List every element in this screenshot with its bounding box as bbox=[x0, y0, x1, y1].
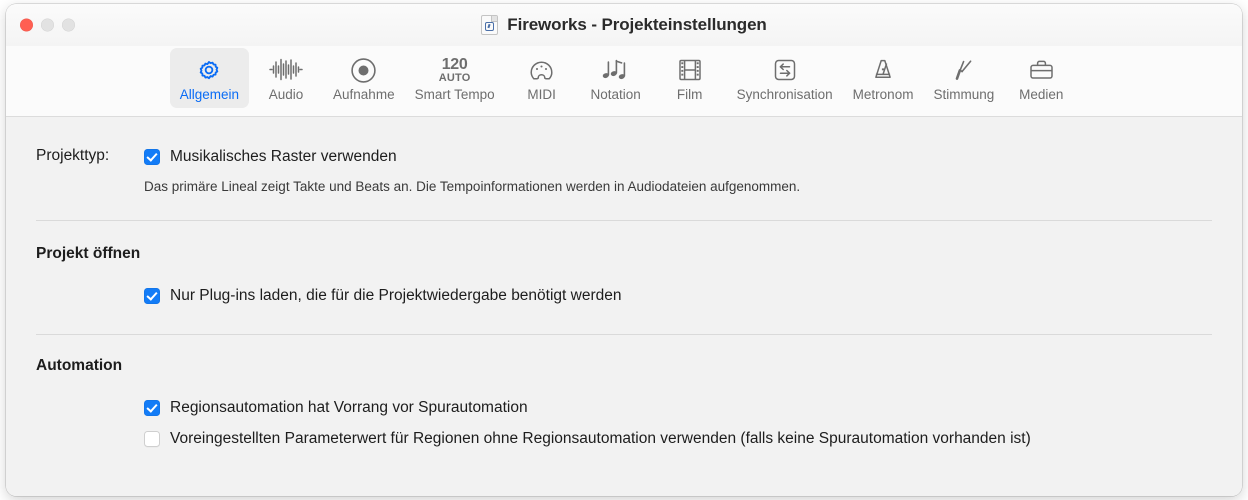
tab-label: Film bbox=[676, 87, 703, 102]
metronome-icon bbox=[870, 55, 896, 85]
preferences-content: Projekttyp: Musikalisches Raster verwend… bbox=[6, 117, 1242, 496]
tempo-icon: 120 AUTO bbox=[439, 55, 471, 85]
project-type-help-text: Das primäre Lineal zeigt Takte und Beats… bbox=[144, 179, 801, 194]
window-titlebar: Fireworks - Projekteinstellungen bbox=[6, 4, 1242, 46]
tab-allgemein[interactable]: Allgemein bbox=[169, 48, 250, 108]
briefcase-icon bbox=[1028, 55, 1055, 85]
tab-stimmung[interactable]: Stimmung bbox=[923, 48, 1004, 108]
tab-label: MIDI bbox=[527, 87, 556, 102]
project-type-label: Projekttyp: bbox=[36, 147, 110, 164]
tab-midi[interactable]: MIDI bbox=[505, 48, 579, 108]
window-title-group: Fireworks - Projekteinstellungen bbox=[6, 4, 1242, 46]
automation-row-2: Voreingestellten Parameterwert für Regio… bbox=[144, 428, 1182, 450]
tab-film[interactable]: Film bbox=[653, 48, 727, 108]
checkbox-label: Regionsautomation hat Vorrang vor Spurau… bbox=[170, 399, 528, 416]
tab-smart-tempo[interactable]: 120 AUTO Smart Tempo bbox=[405, 48, 505, 108]
window-title: Fireworks - Projekteinstellungen bbox=[507, 15, 767, 34]
open-project-row: Nur Plug-ins laden, die für die Projektw… bbox=[144, 285, 1212, 307]
checkbox-label: Musikalisches Raster verwenden bbox=[170, 148, 397, 165]
tuning-fork-icon bbox=[951, 55, 977, 85]
traffic-light-buttons bbox=[20, 18, 75, 32]
tab-label: Metronom bbox=[852, 87, 914, 102]
checkbox-regionsautomation-vorrang[interactable] bbox=[144, 400, 160, 416]
tab-label: Synchronisation bbox=[736, 87, 833, 102]
close-button[interactable] bbox=[20, 18, 33, 32]
midi-port-icon bbox=[528, 55, 555, 85]
tab-synchronisation[interactable]: Synchronisation bbox=[727, 48, 843, 108]
checkbox-label: Voreingestellten Parameterwert für Regio… bbox=[170, 430, 1031, 447]
maximize-button[interactable] bbox=[62, 18, 75, 32]
tab-metronom[interactable]: Metronom bbox=[843, 48, 924, 108]
tab-notation[interactable]: Notation bbox=[579, 48, 653, 108]
music-notes-icon bbox=[600, 55, 632, 85]
section-divider-2 bbox=[36, 334, 1212, 335]
record-icon bbox=[350, 55, 377, 85]
automation-row-1: Regionsautomation hat Vorrang vor Spurau… bbox=[144, 397, 1212, 419]
automation-heading: Automation bbox=[36, 357, 123, 374]
sync-arrows-icon bbox=[772, 55, 798, 85]
open-project-heading: Projekt öffnen bbox=[36, 245, 141, 262]
tab-label: Allgemein bbox=[179, 87, 240, 102]
tempo-auto-label: AUTO bbox=[438, 71, 471, 84]
project-type-row: Projekttyp: Musikalisches Raster verwend… bbox=[36, 146, 1212, 168]
minimize-button[interactable] bbox=[41, 18, 54, 32]
film-strip-icon bbox=[677, 55, 703, 85]
checkbox-voreingestellter-parameterwert[interactable] bbox=[144, 431, 160, 447]
tab-label: Medien bbox=[1019, 87, 1064, 102]
document-icon bbox=[481, 15, 499, 35]
tab-medien[interactable]: Medien bbox=[1004, 48, 1078, 108]
gear-icon bbox=[196, 55, 222, 85]
tab-label: Aufnahme bbox=[333, 87, 395, 102]
tab-label: Stimmung bbox=[933, 87, 995, 102]
tab-label: Notation bbox=[590, 87, 641, 102]
waveform-icon bbox=[268, 55, 304, 85]
tab-aufnahme[interactable]: Aufnahme bbox=[323, 48, 405, 108]
preferences-window: Fireworks - Projekteinstellungen Allgeme… bbox=[6, 4, 1242, 496]
tab-label: Audio bbox=[268, 87, 304, 102]
checkbox-nur-plugins-laden[interactable] bbox=[144, 288, 160, 304]
preferences-toolbar: Allgemein Audio Aufnahme 120 AUTO Smart … bbox=[6, 46, 1242, 117]
tab-audio[interactable]: Audio bbox=[249, 48, 323, 108]
checkbox-musikalisches-raster[interactable] bbox=[144, 149, 160, 165]
section-divider-1 bbox=[36, 220, 1212, 221]
tempo-value: 120 bbox=[441, 55, 468, 73]
tab-label: Smart Tempo bbox=[414, 87, 495, 102]
checkbox-label: Nur Plug-ins laden, die für die Projektw… bbox=[170, 287, 622, 304]
